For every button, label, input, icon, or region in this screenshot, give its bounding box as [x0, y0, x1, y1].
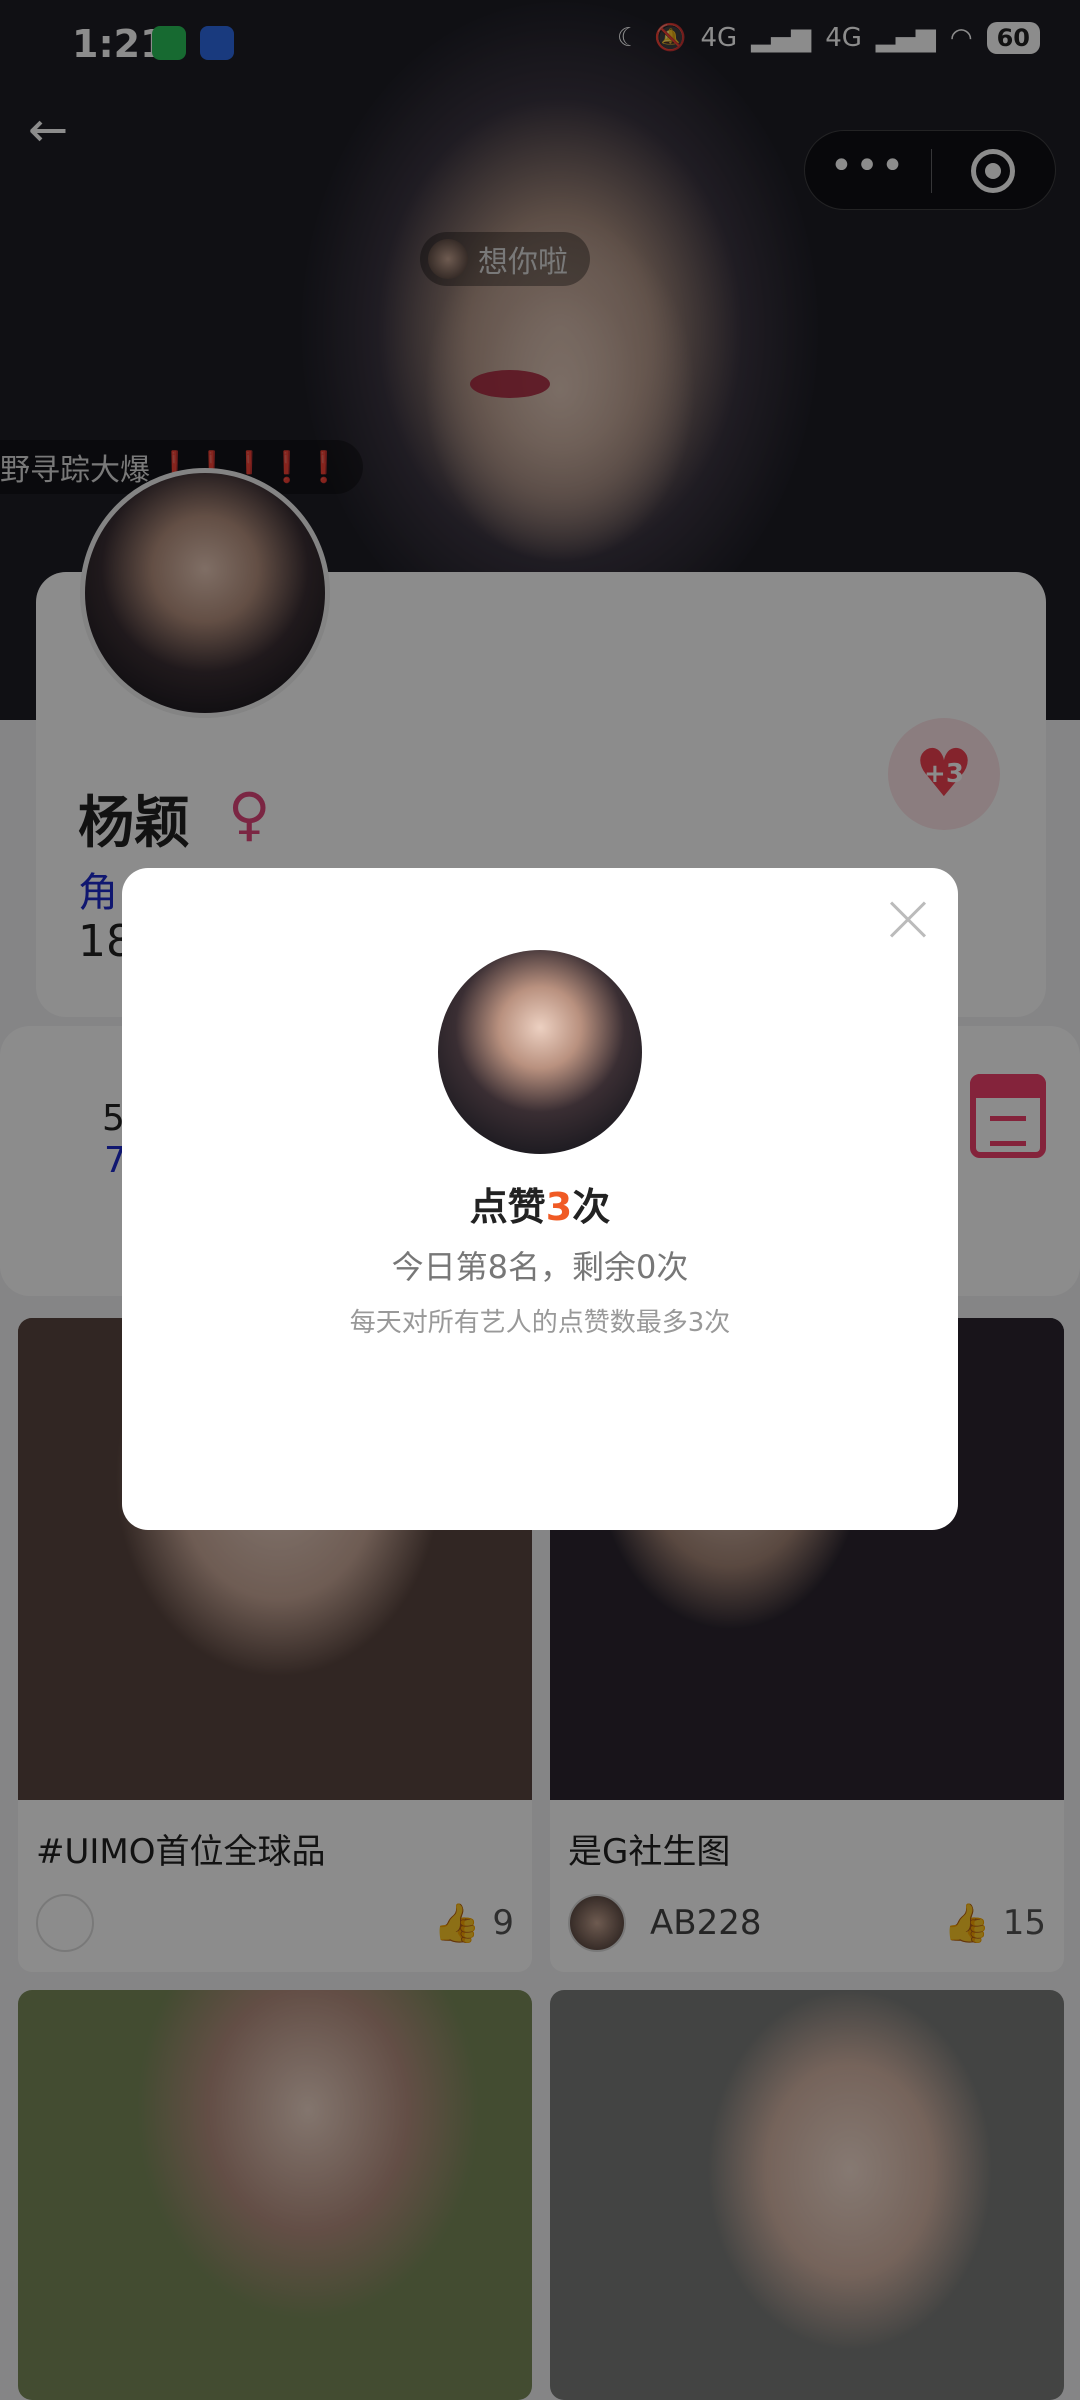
dialog-title: 点赞3次	[0, 1176, 1080, 1231]
dialog-artist-avatar	[438, 950, 642, 1154]
dialog-rule-text: 每天对所有艺人的点赞数最多3次	[349, 1308, 731, 1338]
dialog-rank-text: 今日第8名，剩余0次	[391, 1248, 689, 1286]
dialog-title-suffix: 次	[572, 1185, 611, 1229]
dialog-like-count: 3	[545, 1185, 573, 1229]
dialog-title-prefix: 点赞	[469, 1185, 546, 1229]
close-icon[interactable]	[880, 892, 936, 948]
